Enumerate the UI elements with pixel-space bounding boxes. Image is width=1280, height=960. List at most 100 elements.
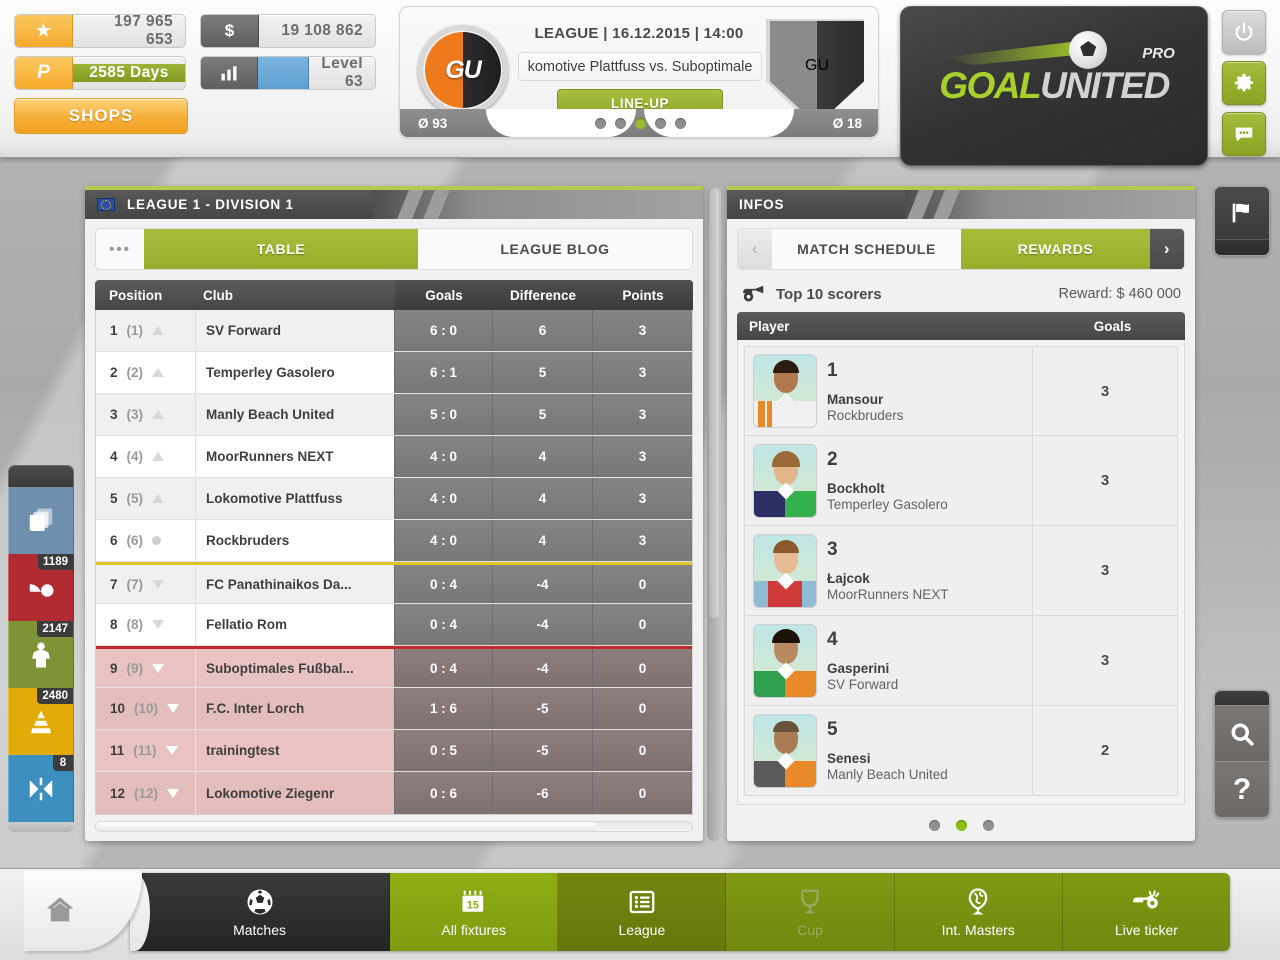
chat-icon[interactable] (1222, 112, 1266, 156)
sidebar-item-squad[interactable] (8, 487, 74, 554)
nav-label: Int. Masters (941, 921, 1015, 938)
carousel-dot[interactable] (674, 118, 686, 129)
page-scrollbar[interactable] (707, 186, 721, 841)
row-position: 12 (12) (96, 772, 196, 814)
page-dot[interactable] (928, 820, 940, 831)
table-row[interactable]: 11 (11) trainingtest 0 : 5 -5 0 (96, 730, 692, 772)
power-icon[interactable] (1222, 10, 1266, 54)
resource-premium[interactable]: P 2585 Days (14, 56, 186, 90)
match-fixture: komotive Plattfuss vs. Suboptimale (518, 52, 762, 81)
table-row[interactable]: 6 (6) Rockbruders 4 : 0 4 3 (96, 520, 692, 562)
tab-league-blog[interactable]: LEAGUE BLOG (418, 229, 692, 269)
gear-icon[interactable] (1222, 61, 1266, 105)
pos-num: 11 (110, 743, 125, 758)
col-difference: Difference (493, 280, 593, 310)
carousel-dot-active[interactable] (634, 118, 646, 129)
page-dot-active[interactable] (955, 820, 967, 831)
nav-all-fixtures[interactable]: 15 All fixtures (390, 873, 559, 951)
row-difference: -5 (492, 688, 592, 729)
tab-more[interactable]: ••• (96, 229, 144, 269)
table-row[interactable]: 10 (10) F.C. Inter Lorch 1 : 6 -5 0 (96, 688, 692, 730)
col-club: Club (203, 287, 233, 303)
nav-matches[interactable]: Matches (130, 873, 391, 951)
list-item[interactable]: 5 Senesi Manly Beach United 2 (744, 706, 1178, 796)
home-button[interactable] (0, 869, 120, 951)
tab-table[interactable]: TABLE (144, 229, 418, 269)
table-row[interactable]: 7 (7) FC Panathinaikos Da... 0 : 4 -4 0 (96, 562, 692, 604)
table-scroll-thumb[interactable] (96, 822, 597, 831)
nav-live-ticker[interactable]: Live ticker (1062, 873, 1230, 951)
documents-icon (29, 508, 53, 531)
resource-money[interactable]: $ 19 108 862 (200, 14, 376, 48)
shops-button[interactable]: SHOPS (14, 98, 188, 134)
sidebar-item-tactics[interactable]: 8 (8, 755, 74, 822)
pos-prev: (7) (126, 576, 144, 592)
trend-down-icon (152, 579, 165, 589)
table-horizontal-scrollbar[interactable] (95, 821, 693, 832)
row-points: 3 (592, 478, 692, 519)
scrollbar-thumb[interactable] (709, 188, 719, 618)
search-icon[interactable] (1215, 705, 1269, 761)
help-icon[interactable]: ? (1215, 761, 1269, 817)
table-row[interactable]: 5 (5) Lokomotive Plattfuss 4 : 0 4 3 (96, 478, 692, 520)
table-row[interactable]: 1 (1) SV Forward 6 : 0 6 3 (96, 310, 692, 352)
player-goals: 3 (1032, 436, 1177, 525)
left-sidebar: 1189 2147 2480 8 (8, 465, 74, 832)
table-row[interactable]: 2 (2) Temperley Gasolero 6 : 1 5 3 (96, 352, 692, 394)
tab-prev-arrow[interactable]: ‹ (738, 229, 772, 269)
list-item[interactable]: 4 Gasperini SV Forward 3 (744, 616, 1178, 706)
row-difference: 5 (492, 352, 592, 393)
table-row[interactable]: 12 (12) Lokomotive Ziegenr 0 : 6 -6 0 (96, 772, 692, 814)
row-difference: 6 (492, 310, 592, 351)
scorers-table: Player Goals 1 Mansour Rockbruders 3 2 B… (737, 312, 1185, 805)
page-dot[interactable] (982, 820, 994, 831)
nav-int-masters[interactable]: Int. Masters (894, 873, 1063, 951)
col-position: Position (109, 287, 163, 303)
sidebar-item-training[interactable]: 2480 (8, 688, 74, 755)
table-row[interactable]: 9 (9) Suboptimales Fußbal... 0 : 4 -4 0 (96, 646, 692, 688)
carousel-dot[interactable] (654, 118, 666, 129)
list-item[interactable]: 3 Łajcok MoorRunners NEXT 3 (744, 526, 1178, 616)
premium-value: 2585 Days (73, 64, 185, 82)
nav-league[interactable]: League (558, 873, 727, 951)
sidebar-item-players[interactable]: 2147 (8, 621, 74, 688)
row-goals: 0 : 4 (394, 604, 492, 645)
table-row[interactable]: 8 (8) Fellatio Rom 0 : 4 -4 0 (96, 604, 692, 646)
league-table: Position Club Goals Difference Points 1 (… (95, 280, 693, 832)
match-widget[interactable]: LEAGUE | 16.12.2015 | 14:00 komotive Pla… (399, 6, 879, 138)
row-goals: 4 : 0 (394, 436, 492, 477)
svg-text:15: 15 (466, 899, 478, 911)
table-row[interactable]: 3 (3) Manly Beach United 5 : 0 5 3 (96, 394, 692, 436)
sidebar-item-injuries[interactable]: 1189 (8, 554, 74, 621)
row-difference: -4 (492, 649, 592, 687)
list-item[interactable]: 2 Bockholt Temperley Gasolero 3 (744, 436, 1178, 526)
row-points: 3 (592, 310, 692, 351)
row-difference: -4 (492, 604, 592, 645)
row-club: Lokomotive Ziegenr (206, 785, 335, 801)
player-name: Mansour (827, 391, 884, 407)
match-carousel-dots[interactable] (400, 118, 878, 129)
nav-cup[interactable]: Cup (726, 873, 895, 951)
infos-page-dots[interactable] (727, 820, 1195, 831)
carousel-dot[interactable] (594, 118, 606, 129)
league-panel-header: LEAGUE 1 - DIVISION 1 (85, 190, 703, 219)
row-position: 2 (2) (96, 352, 196, 393)
table-row[interactable]: 4 (4) MoorRunners NEXT 4 : 0 4 3 (96, 436, 692, 478)
resource-level[interactable]: Level 63 (200, 56, 376, 90)
league-panel-title: LEAGUE 1 - DIVISION 1 (127, 197, 294, 212)
logo-united: UNITED (1040, 65, 1170, 106)
pos-prev: (10) (134, 701, 159, 716)
pos-num: 1 (110, 323, 118, 338)
flag-icon[interactable] (1215, 187, 1269, 239)
list-icon (629, 890, 655, 913)
tab-next-arrow[interactable]: › (1150, 229, 1184, 269)
bottom-nav-items: Matches 15 All fixtures League Cup Int. … (130, 873, 1230, 951)
row-club: Suboptimales Fußbal... (206, 660, 354, 676)
tab-rewards[interactable]: REWARDS (961, 229, 1150, 269)
brand-logo: PRO GOALUNITED (900, 6, 1208, 166)
resource-star[interactable]: ★ 197 965 653 (14, 14, 186, 48)
carousel-dot[interactable] (614, 118, 626, 129)
tab-match-schedule[interactable]: MATCH SCHEDULE (772, 229, 961, 269)
list-item[interactable]: 1 Mansour Rockbruders 3 (744, 346, 1178, 436)
player-rank: 5 (827, 719, 838, 740)
